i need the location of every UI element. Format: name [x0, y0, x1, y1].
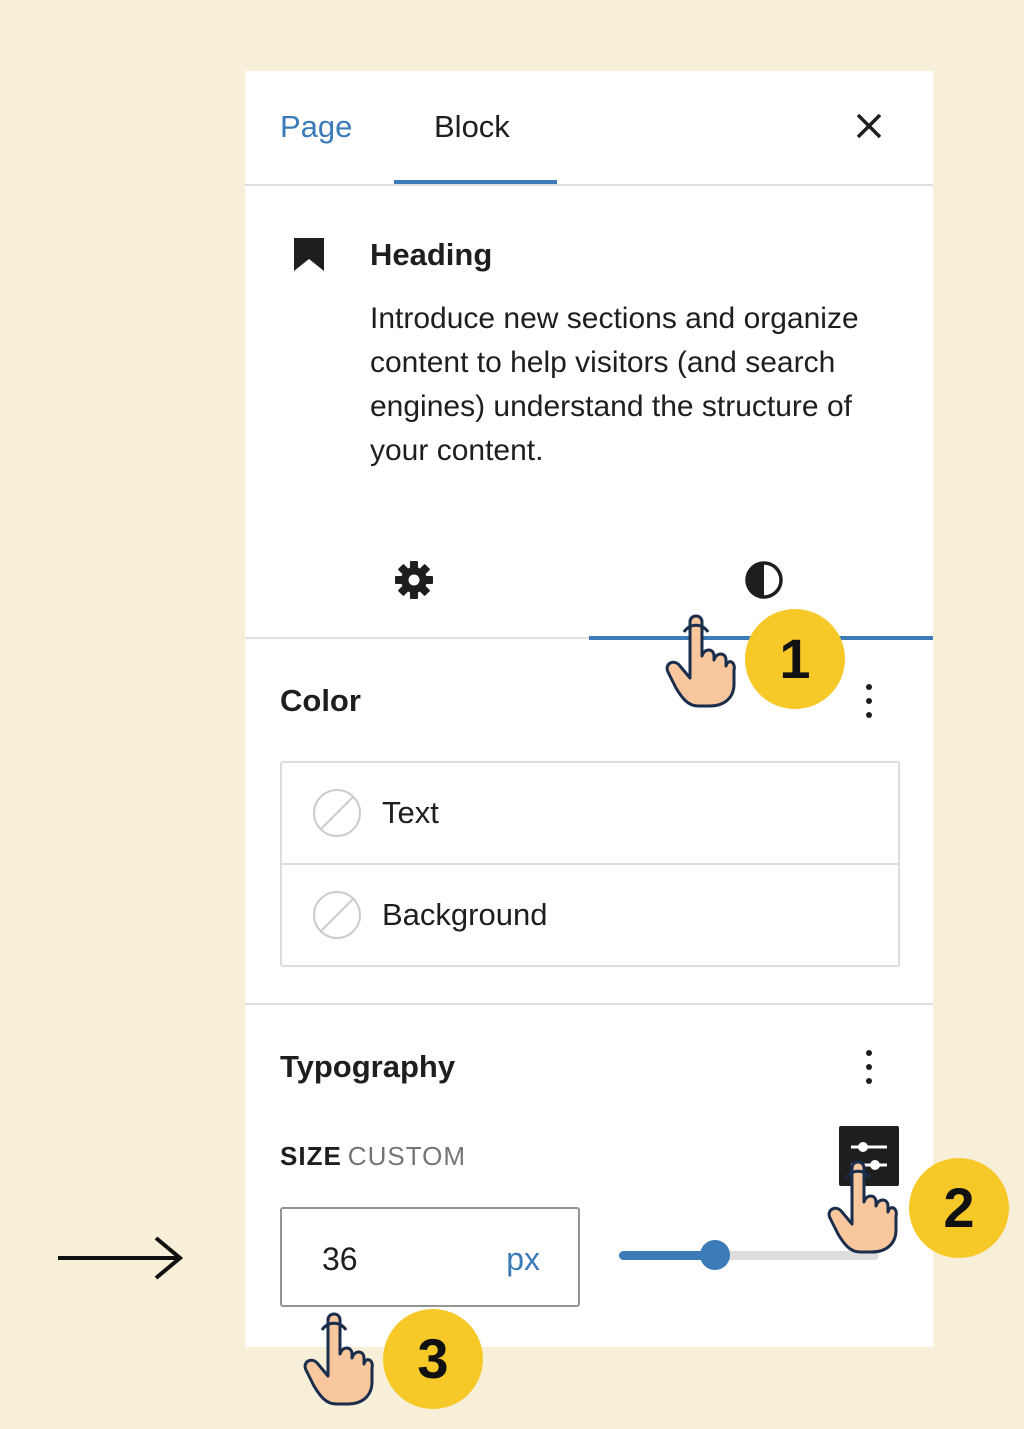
font-size-input[interactable]: 36 px: [280, 1207, 580, 1307]
slider-thumb[interactable]: [700, 1240, 731, 1270]
font-size-label: SIZE CUSTOM: [280, 1141, 466, 1172]
size-label-text: SIZE: [280, 1141, 342, 1171]
color-options-list: Text Background: [280, 761, 900, 967]
unit-select[interactable]: px: [506, 1241, 540, 1278]
pointing-hand-icon: [827, 1160, 898, 1254]
section-divider: [245, 1003, 933, 1005]
block-description: Introduce new sections and organize cont…: [370, 302, 859, 467]
arrow-indicator-icon: [58, 1236, 184, 1280]
half-circle-icon[interactable]: [743, 559, 785, 601]
pointing-hand-icon: [303, 1312, 374, 1406]
bookmark-icon: [294, 238, 324, 271]
color-item-label: Text: [382, 795, 439, 830]
color-item-text[interactable]: Text: [282, 763, 898, 865]
kebab-menu-icon[interactable]: [851, 1045, 887, 1089]
pointing-hand-icon: [665, 614, 736, 708]
active-tab-indicator: [394, 180, 557, 184]
block-inspector-panel: Page Block Heading Introduce new section…: [245, 71, 933, 1347]
sidebar-tabs: Page Block: [245, 71, 933, 186]
kebab-menu-icon[interactable]: [851, 679, 887, 723]
typography-section-title: Typography: [280, 1049, 456, 1084]
color-item-background[interactable]: Background: [282, 865, 898, 965]
color-section-title: Color: [280, 683, 361, 718]
empty-swatch-icon: [313, 891, 361, 939]
empty-swatch-icon: [313, 789, 361, 837]
color-item-label: Background: [382, 897, 548, 932]
block-title: Heading: [370, 237, 493, 272]
size-mode-text: CUSTOM: [347, 1141, 466, 1171]
callout-badge: 2: [909, 1158, 1009, 1258]
font-size-value[interactable]: 36: [322, 1241, 358, 1278]
close-icon[interactable]: [848, 105, 890, 147]
callout-badge: 1: [745, 609, 845, 709]
gear-icon[interactable]: [393, 559, 435, 601]
callout-badge: 3: [383, 1309, 483, 1409]
tab-block[interactable]: Block: [434, 109, 510, 145]
tab-page[interactable]: Page: [280, 109, 352, 145]
